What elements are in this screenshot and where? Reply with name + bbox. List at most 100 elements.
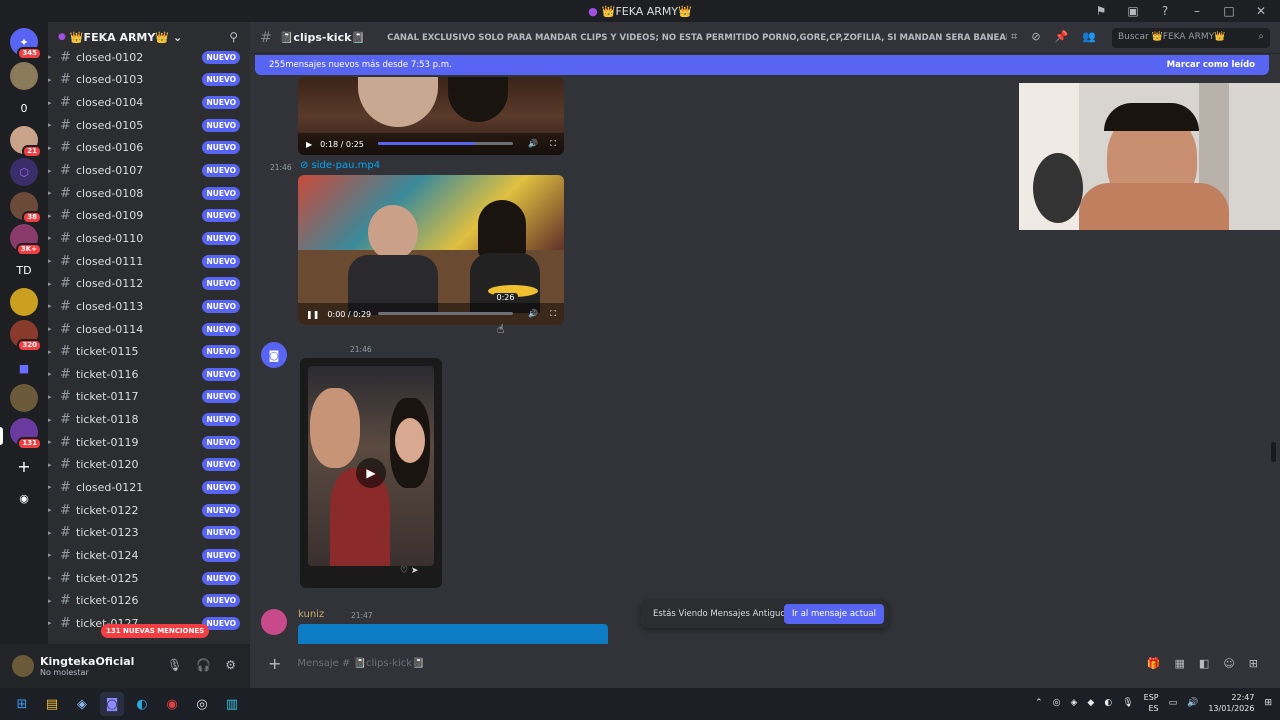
channel-item[interactable]: ▸ # ticket-0117 NUEVO xyxy=(48,386,250,409)
gif-icon[interactable]: ▦ xyxy=(1175,657,1185,670)
server-icon[interactable] xyxy=(10,384,38,412)
channel-item[interactable]: ▸ # closed-0110 NUEVO xyxy=(48,227,250,250)
tray-app-icon[interactable]: ◈ xyxy=(1071,698,1078,708)
server-icon[interactable]: 3K+ xyxy=(10,224,42,256)
search-input[interactable]: Buscar 👑FEKA ARMY👑 ⌕ xyxy=(1112,28,1270,48)
headphones-icon[interactable]: 🎧 xyxy=(196,658,211,672)
language-indicator[interactable]: ESP ES xyxy=(1144,692,1159,714)
add-attachment-icon[interactable]: + xyxy=(268,654,281,673)
chat-scrollbar[interactable] xyxy=(1271,442,1276,462)
tray-app-icon[interactable]: ◐ xyxy=(1104,698,1112,708)
emoji-icon[interactable]: ☺ xyxy=(1223,657,1234,670)
mentions-pill[interactable]: 131 NUEVAS MENCIONES xyxy=(101,624,210,638)
folder-icon[interactable]: ■ xyxy=(10,354,38,382)
add-member-icon[interactable]: ⚲ xyxy=(229,30,238,44)
channel-item[interactable]: ▸ # closed-0103 NUEVO xyxy=(48,69,250,92)
video-player[interactable]: 0:26 ❚❚ 0:00 / 0:29 🔊 ⛶ xyxy=(298,175,564,325)
tray-app-icon[interactable]: ◎ xyxy=(1053,698,1061,708)
volume-icon[interactable]: 🔊 xyxy=(1187,698,1198,708)
server-icon[interactable]: TD xyxy=(10,256,38,284)
play-icon[interactable]: ▶ xyxy=(306,140,312,149)
channel-item[interactable]: ▸ # ticket-0123 NUEVO xyxy=(48,521,250,544)
new-messages-bar[interactable]: 255mensajes nuevos más desde 7:53 p.m. M… xyxy=(255,55,1269,75)
chevron-up-icon[interactable]: ⌃ xyxy=(1035,698,1043,708)
gear-icon[interactable]: ⚙ xyxy=(225,658,236,672)
channel-item[interactable]: ▸ # ticket-0116 NUEVO xyxy=(48,363,250,386)
channel-item[interactable]: ▸ # closed-0121 NUEVO xyxy=(48,476,250,499)
embed-preview[interactable] xyxy=(298,624,608,644)
network-icon[interactable]: ▭ xyxy=(1169,698,1178,708)
maximize-button[interactable]: □ xyxy=(1220,2,1238,20)
video-player[interactable]: ▶ 0:18 / 0:25 🔊 ⛶ xyxy=(298,77,564,155)
add-server-icon[interactable]: + xyxy=(10,452,38,480)
clock[interactable]: 22:47 13/01/2026 xyxy=(1208,692,1254,714)
message-author[interactable]: kuniz xyxy=(298,609,324,620)
server-icon[interactable]: 21 xyxy=(10,126,42,158)
notepad-icon[interactable]: ▥ xyxy=(220,692,244,716)
members-icon[interactable]: 👥 xyxy=(1082,30,1096,44)
channel-item[interactable]: ▸ # closed-0107 NUEVO xyxy=(48,159,250,182)
server-icon[interactable] xyxy=(10,288,38,316)
gift-icon[interactable]: 🎁 xyxy=(1147,657,1161,670)
channel-item[interactable]: ▸ # closed-0105 NUEVO xyxy=(48,114,250,137)
channel-item[interactable]: ▸ # closed-0114 NUEVO xyxy=(48,318,250,341)
heart-icon[interactable]: ♡ ➤ xyxy=(400,566,418,576)
threads-icon[interactable]: ⌗ xyxy=(1011,30,1017,44)
volume-icon[interactable]: 🔊 xyxy=(528,139,538,149)
channel-item[interactable]: ▸ # closed-0111 NUEVO xyxy=(48,250,250,273)
discord-icon[interactable]: ◙ xyxy=(100,692,124,716)
video-progress[interactable] xyxy=(378,142,513,145)
home-icon[interactable]: ✦ 345 xyxy=(10,28,42,60)
channel-item[interactable]: ▸ # closed-0102 NUEVO xyxy=(48,46,250,69)
attachment-filename[interactable]: ⊘ side-pau.mp4 xyxy=(300,160,380,171)
server-icon[interactable]: 131 xyxy=(10,418,42,450)
server-icon[interactable]: ⬡ xyxy=(10,158,38,186)
channel-item[interactable]: ▸ # ticket-0126 NUEVO xyxy=(48,589,250,612)
discover-icon[interactable]: ◉ xyxy=(10,484,38,512)
channel-item[interactable]: ▸ # closed-0106 NUEVO xyxy=(48,137,250,160)
server-icon[interactable]: 38 xyxy=(10,192,42,224)
fullscreen-icon[interactable]: ⛶ xyxy=(550,309,556,319)
apps-icon[interactable]: ⊞ xyxy=(1249,657,1258,670)
message-composer[interactable]: + Mensaje # 📓clips-kick📓 🎁 ▦ ◧ ☺ ⊞ xyxy=(258,648,1272,678)
channel-topic[interactable]: CANAL EXCLUSIVO SOLO PARA MANDAR CLIPS Y… xyxy=(387,33,1007,43)
app-icon[interactable]: ◉ xyxy=(160,692,184,716)
avatar[interactable] xyxy=(261,609,287,635)
server-icon[interactable]: 0 xyxy=(10,94,38,122)
windows-start-icon[interactable]: ⊞ xyxy=(10,692,34,716)
channel-item[interactable]: ▸ # ticket-0115 NUEVO xyxy=(48,340,250,363)
close-button[interactable]: ✕ xyxy=(1252,2,1270,20)
play-icon[interactable]: ▶ xyxy=(356,458,386,488)
obs-icon[interactable]: ◎ xyxy=(190,692,214,716)
volume-icon[interactable]: 🔊 xyxy=(528,309,538,319)
channel-item[interactable]: ▸ # closed-0112 NUEVO xyxy=(48,272,250,295)
video-progress[interactable] xyxy=(378,312,513,315)
jump-present-button[interactable]: Ir al mensaje actual xyxy=(784,604,884,624)
sticker-icon[interactable]: ◧ xyxy=(1199,657,1209,670)
video-player[interactable]: ▶ ♡ ➤ xyxy=(300,358,442,588)
minimize-button[interactable]: – xyxy=(1188,2,1206,20)
avatar[interactable] xyxy=(12,655,34,677)
tray-app-icon[interactable]: ◆ xyxy=(1087,698,1094,708)
channel-item[interactable]: ▸ # ticket-0118 NUEVO xyxy=(48,408,250,431)
avatar[interactable]: ◙ xyxy=(261,342,287,368)
channel-item[interactable]: ▸ # ticket-0125 NUEVO xyxy=(48,567,250,590)
channel-item[interactable]: ▸ # closed-0104 NUEVO xyxy=(48,91,250,114)
server-icon[interactable] xyxy=(10,62,38,90)
inbox-icon[interactable]: ⚑ xyxy=(1092,2,1110,20)
channel-item[interactable]: ▸ # closed-0109 NUEVO xyxy=(48,204,250,227)
channel-item[interactable]: ▸ # ticket-0119 NUEVO xyxy=(48,431,250,454)
mic-icon[interactable]: 🎙 xyxy=(1122,698,1133,708)
pause-icon[interactable]: ❚❚ xyxy=(306,310,319,319)
mute-icon[interactable]: ⊘ xyxy=(1031,30,1040,44)
edge-icon[interactable]: ◐ xyxy=(130,692,154,716)
mark-read-button[interactable]: Marcar como leído xyxy=(1167,60,1255,70)
channel-item[interactable]: ▸ # ticket-0122 NUEVO xyxy=(48,499,250,522)
channel-item[interactable]: ▸ # closed-0108 NUEVO xyxy=(48,182,250,205)
help-icon[interactable]: ? xyxy=(1156,2,1174,20)
screen-icon[interactable]: ▣ xyxy=(1124,2,1142,20)
steam-icon[interactable]: ◈ xyxy=(70,692,94,716)
server-icon[interactable]: 320 xyxy=(10,320,42,352)
apps-icon[interactable]: ⊞ xyxy=(1264,698,1272,708)
pin-icon[interactable]: 📌 xyxy=(1055,30,1069,44)
